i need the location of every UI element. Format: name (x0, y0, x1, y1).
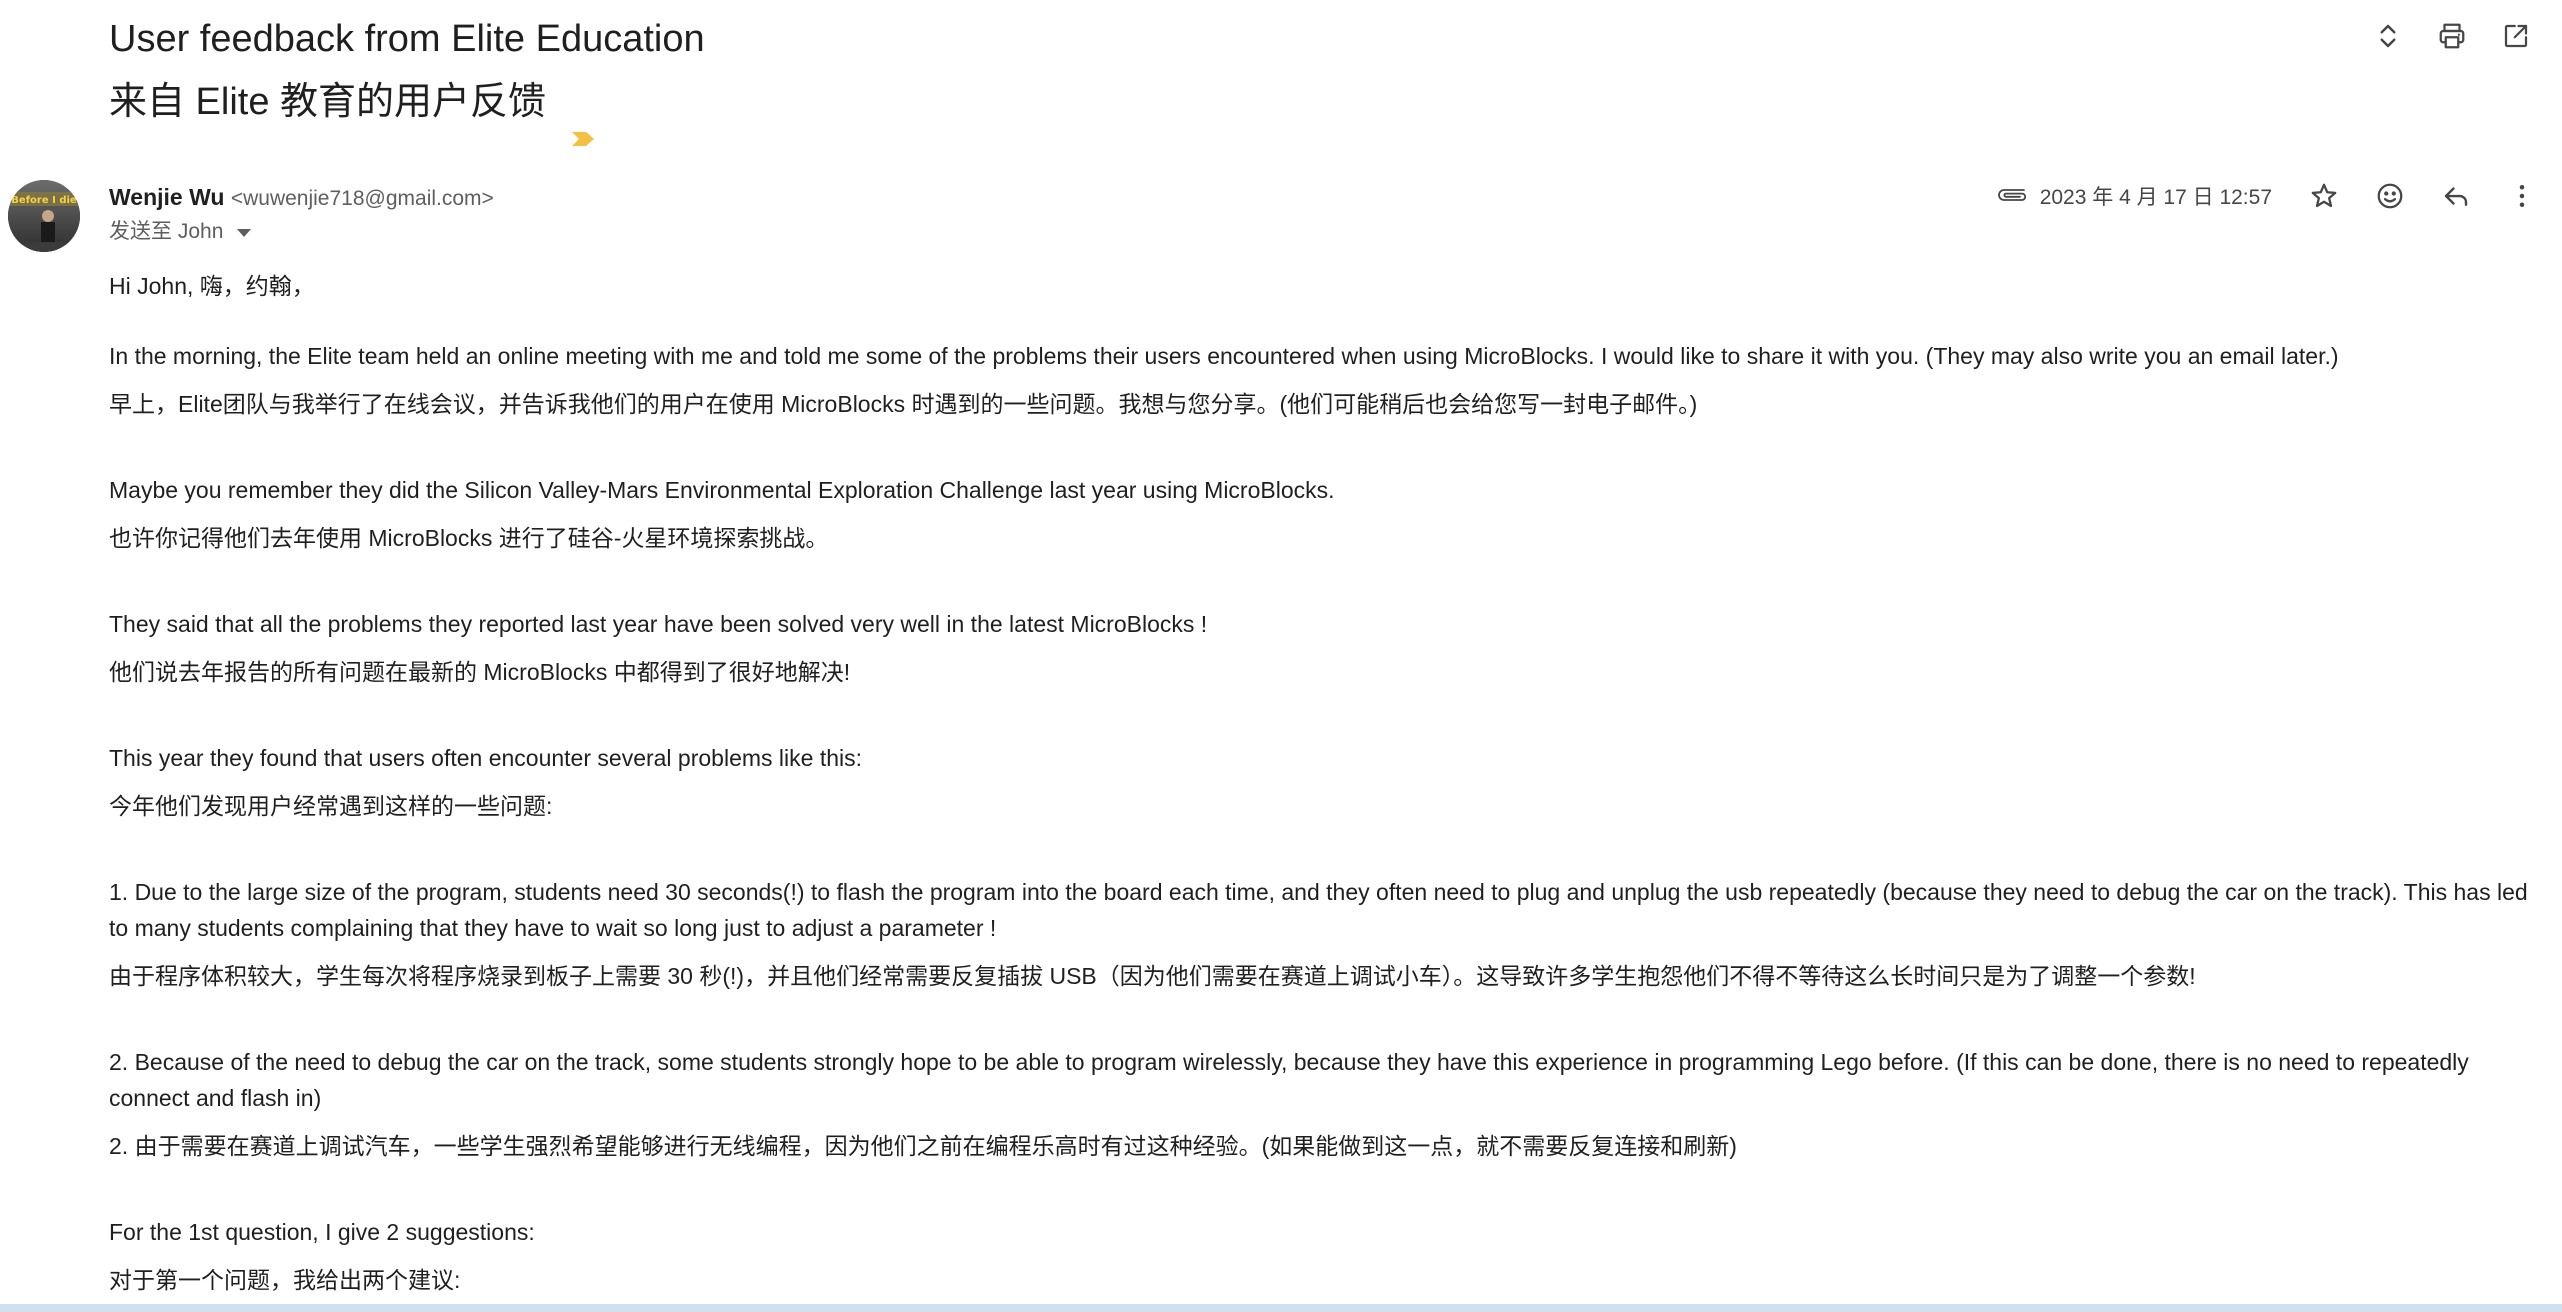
body-paragraph: 2. Because of the need to debug the car … (109, 1044, 2539, 1164)
paragraph-english: 1. Due to the large size of the program,… (109, 879, 2528, 941)
bottom-scroll-edge (0, 1304, 2562, 1312)
message-actions: 2023 年 4 月 17 日 12:57 (1996, 180, 2538, 212)
body-paragraph: They said that all the problems they rep… (109, 606, 2539, 690)
more-options-icon[interactable] (2506, 180, 2538, 212)
email-view: User feedback from Elite Education 来自 El… (0, 0, 2562, 1312)
sender-name[interactable]: Wenjie Wu (109, 184, 224, 210)
paragraph-chinese: 2. 由于需要在赛道上调试汽车，一些学生强烈希望能够进行无线编程，因为他们之前在… (109, 1133, 1737, 1159)
thread-toolbar (2372, 20, 2532, 52)
paragraph-chinese: 今年他们发现用户经常遇到这样的一些问题: (109, 793, 553, 819)
expand-collapse-icon[interactable] (2372, 20, 2404, 52)
paragraph-english: 2. Because of the need to debug the car … (109, 1049, 2469, 1111)
paragraph-english: For the 1st question, I give 2 suggestio… (109, 1219, 535, 1245)
body-paragraph: This year they found that users often en… (109, 740, 2539, 824)
paragraph-chinese: 对于第一个问题，我给出两个建议: (109, 1267, 461, 1293)
attachment-icon (1996, 184, 2040, 209)
paragraph-chinese: 早上，Elite团队与我举行了在线会议，并告诉我他们的用户在使用 MicroBl… (109, 391, 1698, 417)
sender-email: <wuwenjie718@gmail.com> (230, 187, 494, 210)
paragraph-english: They said that all the problems they rep… (109, 611, 1208, 637)
star-icon[interactable] (2308, 180, 2340, 212)
important-marker-icon[interactable] (572, 109, 595, 146)
recipient-label: 发送至 John (109, 220, 224, 243)
body-paragraph: In the morning, the Elite team held an o… (109, 338, 2539, 422)
paragraph-english: In the morning, the Elite team held an o… (109, 343, 2339, 369)
recipient-details[interactable]: 发送至 John (109, 218, 252, 246)
paragraph-english: Maybe you remember they did the Silicon … (109, 477, 1335, 503)
paragraph-english: This year they found that users often en… (109, 745, 863, 771)
print-icon[interactable] (2436, 20, 2468, 52)
paragraph-chinese: 他们说去年报告的所有问题在最新的 MicroBlocks 中都得到了很好地解决! (109, 659, 851, 685)
show-details-chevron-icon[interactable] (237, 229, 252, 237)
sender-info: Wenjie Wu <wuwenjie718@gmail.com> (109, 182, 494, 214)
paragraph-chinese: 由于程序体积较大，学生每次将程序烧录到板子上需要 30 秒(!)，并且他们经常需… (109, 963, 2196, 989)
body-paragraph: 1. Due to the large size of the program,… (109, 874, 2539, 994)
email-subject-zh: 来自 Elite 教育的用户反馈 (109, 81, 547, 123)
email-subject: User feedback from Elite Education (109, 18, 705, 60)
sender-avatar[interactable]: Before I die (8, 180, 80, 252)
body-paragraph: Maybe you remember they did the Silicon … (109, 472, 2539, 556)
reply-icon[interactable] (2440, 180, 2472, 212)
greeting: Hi John, 嗨，约翰， (109, 273, 315, 299)
emoji-reaction-icon[interactable] (2374, 180, 2406, 212)
email-body: Hi John, 嗨，约翰， In the morning, the Elite… (109, 268, 2539, 1298)
email-subject-translation: 来自 Elite 教育的用户反馈 (109, 77, 595, 146)
message-date: 2023 年 4 月 17 日 12:57 (2039, 186, 2272, 209)
svg-text:Before I die: Before I die (11, 195, 77, 206)
paragraph-chinese: 也许你记得他们去年使用 MicroBlocks 进行了硅谷-火星环境探索挑战。 (109, 525, 829, 551)
open-in-new-window-icon[interactable] (2500, 20, 2532, 52)
body-paragraph: For the 1st question, I give 2 suggestio… (109, 1214, 2539, 1298)
